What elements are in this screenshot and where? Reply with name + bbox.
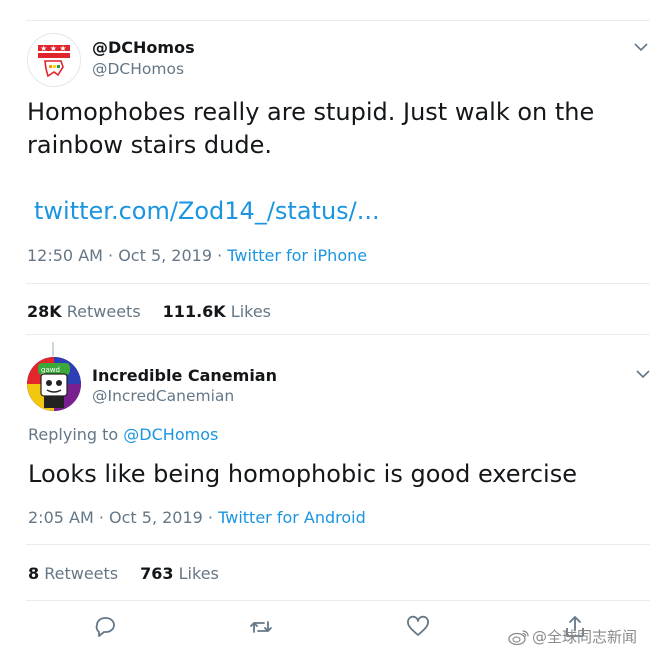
divider — [26, 334, 650, 335]
likes-stat[interactable]: 111.6K Likes — [163, 302, 271, 321]
retweets-label: Retweets — [44, 564, 119, 583]
retweets-count: 8 — [28, 564, 40, 583]
likes-stat[interactable]: 763 Likes — [140, 564, 219, 583]
replying-user-link[interactable]: @DCHomos — [123, 425, 218, 444]
tweet-stats: 28K Retweets 111.6K Likes — [27, 302, 271, 321]
tweet-stats: 8 Retweets 763 Likes — [28, 564, 219, 583]
retweets-label: Retweets — [66, 302, 141, 321]
chevron-down-icon[interactable] — [636, 369, 650, 379]
svg-text:gawd: gawd — [41, 366, 60, 374]
likes-label: Likes — [230, 302, 272, 321]
user-handle[interactable]: @IncredCanemian — [92, 387, 234, 405]
tweet-link[interactable]: twitter.com/Zod14_/status/... — [34, 197, 380, 225]
reply-icon[interactable] — [92, 614, 118, 640]
likes-count: 111.6K — [162, 302, 226, 321]
avatar-cartoon-icon: gawd — [27, 357, 81, 411]
timestamp-text[interactable]: 2:05 AM · Oct 5, 2019 · — [28, 508, 218, 527]
svg-text:★ ★ ★: ★ ★ ★ — [40, 44, 67, 53]
top-divider — [26, 20, 650, 21]
dc-flag-logo-icon: ★ ★ ★ — [38, 44, 70, 78]
retweets-count: 28K — [27, 302, 62, 321]
replying-to: Replying to @DCHomos — [28, 425, 218, 444]
tweet-source[interactable]: Twitter for Android — [218, 508, 366, 527]
divider — [26, 283, 650, 284]
like-icon[interactable] — [405, 614, 431, 640]
tweet-text: Looks like being homophobic is good exer… — [28, 460, 577, 488]
divider — [26, 600, 650, 601]
display-name[interactable]: Incredible Canemian — [92, 366, 277, 385]
display-name[interactable]: @DCHomos — [92, 38, 195, 57]
likes-count: 763 — [140, 564, 174, 583]
watermark-text: @全球同志新闻 — [532, 628, 638, 646]
avatar[interactable]: gawd — [27, 357, 81, 411]
weibo-icon — [508, 630, 529, 645]
timestamp-text[interactable]: 12:50 AM · Oct 5, 2019 · — [27, 246, 227, 265]
divider — [26, 544, 650, 545]
replying-label: Replying to — [28, 425, 124, 444]
watermark: @全球同志新闻 — [508, 626, 637, 647]
tweet-source[interactable]: Twitter for iPhone — [227, 246, 367, 265]
likes-label: Likes — [178, 564, 219, 583]
tweet-timestamp[interactable]: 12:50 AM · Oct 5, 2019 · Twitter for iPh… — [27, 246, 367, 265]
retweets-stat[interactable]: 28K Retweets — [27, 302, 141, 321]
tweet-timestamp[interactable]: 2:05 AM · Oct 5, 2019 · Twitter for Andr… — [28, 508, 366, 527]
retweet-icon[interactable] — [248, 614, 274, 640]
tweet-text: Homophobes really are stupid. Just walk … — [27, 98, 595, 159]
chevron-down-icon[interactable] — [634, 42, 648, 52]
thread-line — [52, 342, 54, 356]
retweets-stat[interactable]: 8 Retweets — [28, 564, 118, 583]
avatar[interactable]: ★ ★ ★ — [27, 33, 81, 87]
user-handle[interactable]: @DCHomos — [92, 60, 184, 78]
